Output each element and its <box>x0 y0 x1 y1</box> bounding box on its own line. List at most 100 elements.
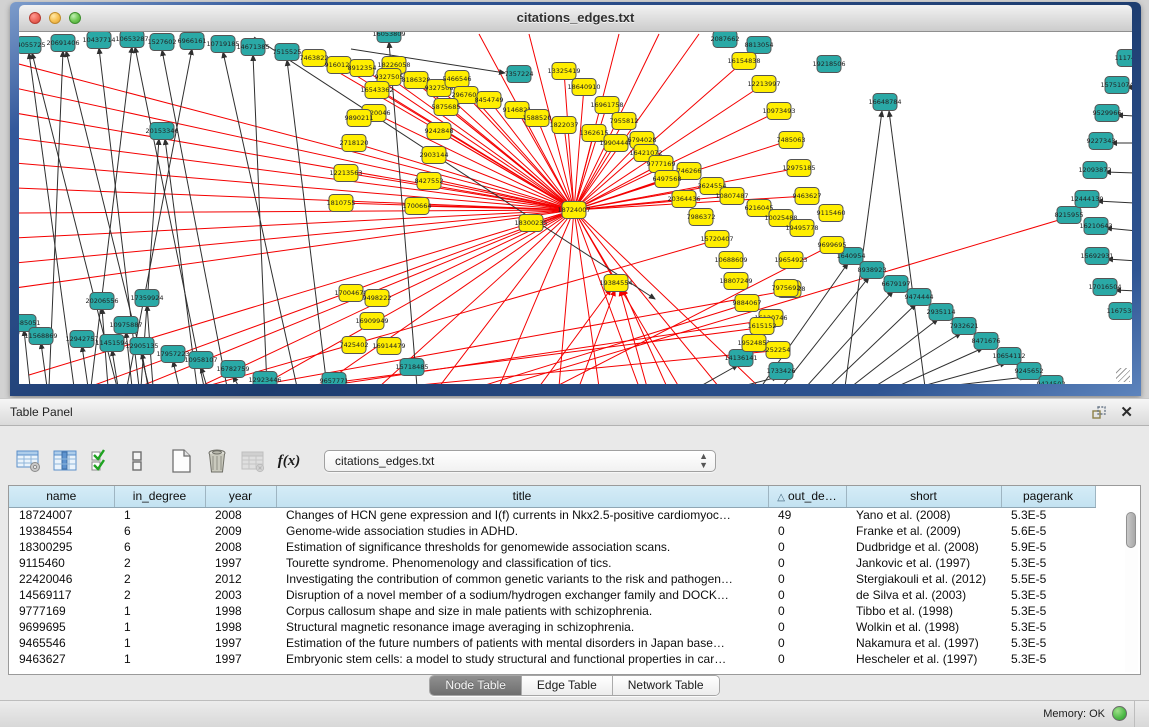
graph-node[interactable]: 9463627 <box>793 188 822 205</box>
graph-node[interactable]: 9884067 <box>733 295 762 312</box>
graph-node[interactable]: 10719185 <box>206 36 239 53</box>
graph-node[interactable]: 16961758 <box>590 97 623 114</box>
graph-node[interactable]: 1167534 <box>1107 303 1132 320</box>
graph-node[interactable]: 1822037 <box>550 117 579 134</box>
table-cell[interactable]: Stergiakouli et al. (2012) <box>846 571 1001 587</box>
table-cell[interactable]: 1997 <box>205 651 276 667</box>
graph-node[interactable]: 19495778 <box>785 220 818 237</box>
graph-node[interactable]: 18724007 <box>557 202 590 219</box>
graph-node[interactable]: 1700664 <box>403 198 432 215</box>
table-cell[interactable]: de Silva et al. (2003) <box>846 587 1001 603</box>
table-cell[interactable]: 22420046 <box>9 571 114 587</box>
table-cell[interactable]: Changes of HCN gene expression and I(f) … <box>276 507 768 523</box>
graph-node[interactable]: 20691406 <box>46 35 79 52</box>
graph-node[interactable]: 9474444 <box>905 289 934 306</box>
graph-node[interactable]: 7975692 <box>772 280 801 297</box>
graph-node[interactable]: 9245652 <box>1015 363 1044 380</box>
graph-node[interactable]: 15751074 <box>1100 77 1132 94</box>
function-builder-icon[interactable]: f(x) <box>274 446 304 476</box>
graph-node[interactable]: 20153346 <box>145 123 178 140</box>
memory-status-icon[interactable] <box>1112 706 1127 721</box>
table-cell[interactable]: Hescheler et al. (1997) <box>846 651 1001 667</box>
table-cell[interactable]: 2008 <box>205 539 276 555</box>
table-cell[interactable]: 0 <box>768 651 846 667</box>
table-cell[interactable]: 0 <box>768 555 846 571</box>
column-header-pagerank[interactable]: pagerank <box>1001 486 1095 507</box>
graph-node[interactable]: 12213997 <box>747 76 780 93</box>
table-selector-dropdown[interactable]: citations_edges.txt ▲▼ <box>324 450 716 472</box>
table-split-icon[interactable] <box>122 446 152 476</box>
graph-node[interactable]: 16210643 <box>1079 218 1112 235</box>
table-cell[interactable]: 1997 <box>205 555 276 571</box>
column-header-out_de[interactable]: △out_de… <box>768 486 846 507</box>
graph-node[interactable]: 16543362 <box>360 82 393 99</box>
table-cell[interactable]: 5.3E-5 <box>1001 651 1095 667</box>
table-cell[interactable]: 1 <box>114 619 205 635</box>
graph-node[interactable]: 12923446 <box>248 372 281 385</box>
graph-node[interactable]: 12975185 <box>782 160 815 177</box>
graph-node[interactable]: 15720407 <box>700 231 733 248</box>
graph-node[interactable]: 10807487 <box>715 188 748 205</box>
graph-node[interactable]: 7357224 <box>505 66 534 83</box>
graph-edge[interactable] <box>479 305 743 384</box>
table-cell[interactable]: 5.9E-5 <box>1001 539 1095 555</box>
close-panel-icon[interactable]: ✕ <box>1120 403 1133 421</box>
graph-edge[interactable] <box>41 343 47 384</box>
table-cell[interactable]: 2008 <box>205 507 276 523</box>
table-cell[interactable]: 1 <box>114 635 205 651</box>
table-cell[interactable]: 5.5E-5 <box>1001 571 1095 587</box>
graph-node[interactable]: 8427552 <box>415 173 444 190</box>
table-cell[interactable]: 0 <box>768 587 846 603</box>
table-cell[interactable]: 2009 <box>205 523 276 539</box>
graph-node[interactable]: 18300235 <box>514 215 547 232</box>
graph-node[interactable]: 8912354 <box>348 60 377 77</box>
graph-node[interactable]: 2903144 <box>420 147 449 164</box>
graph-node[interactable]: 10653287 <box>115 32 148 48</box>
graph-edge[interactable] <box>620 290 647 384</box>
table-cell[interactable]: 6 <box>114 539 205 555</box>
table-cell[interactable]: 9463627 <box>9 651 114 667</box>
graph-node[interactable]: 10654112 <box>992 348 1025 365</box>
table-row[interactable]: 1830029562008Estimation of significance … <box>9 539 1095 555</box>
graph-node[interactable]: 18807249 <box>719 273 752 290</box>
graph-node[interactable]: 16648784 <box>868 94 901 111</box>
table-cell[interactable]: 5.6E-5 <box>1001 523 1095 539</box>
column-header-name[interactable]: name <box>9 486 114 507</box>
graph-edge[interactable] <box>127 49 192 384</box>
graph-node[interactable]: 9115460 <box>817 205 846 222</box>
graph-node[interactable]: 13325419 <box>547 63 580 80</box>
graph-node[interactable]: 9529966 <box>1093 105 1122 122</box>
graph-node[interactable]: 14671385 <box>236 39 269 56</box>
graph-node[interactable]: 5466546 <box>443 71 472 88</box>
graph-node[interactable]: 17016504 <box>1088 279 1121 296</box>
graph-node[interactable]: 16053809 <box>372 32 405 43</box>
network-canvas[interactable]: 1405572520691406104377141065328715276026… <box>19 32 1132 384</box>
float-panel-icon[interactable] <box>1091 405 1107 421</box>
table-cell[interactable]: Tourette syndrome. Phenomenology and cla… <box>276 555 768 571</box>
table-cell[interactable]: 5.3E-5 <box>1001 507 1095 523</box>
column-visibility-icon[interactable] <box>50 446 80 476</box>
table-cell[interactable]: 0 <box>768 619 846 635</box>
graph-edge[interactable] <box>253 55 267 384</box>
graph-edge[interactable] <box>399 351 772 384</box>
graph-node[interactable]: 16154838 <box>727 53 760 70</box>
table-cell[interactable]: 9115460 <box>9 555 114 571</box>
row-selection-icon[interactable] <box>86 446 116 476</box>
graph-node[interactable]: 10688609 <box>714 252 747 269</box>
graph-node[interactable]: 12905135 <box>125 338 158 355</box>
table-cell[interactable]: Wolkin et al. (1998) <box>846 619 1001 635</box>
graph-node[interactable]: 16782759 <box>216 361 249 378</box>
table-cell[interactable]: Jankovic et al. (1997) <box>846 555 1001 571</box>
graph-edge[interactable] <box>142 353 148 384</box>
table-row[interactable]: 1938455462009Genome-wide association stu… <box>9 523 1095 539</box>
table-cell[interactable]: 0 <box>768 635 846 651</box>
tab-node-table[interactable]: Node Table <box>430 676 522 695</box>
graph-node[interactable]: 14055725 <box>19 37 46 54</box>
graph-node[interactable]: 11451594 <box>95 335 128 352</box>
graph-node[interactable]: 8813054 <box>745 37 774 54</box>
table-cell[interactable]: Investigating the contribution of common… <box>276 571 768 587</box>
canvas-resize-grip[interactable] <box>1116 368 1130 382</box>
table-cell[interactable]: Structural magnetic resonance image aver… <box>276 619 768 635</box>
graph-node[interactable]: 15692931 <box>1080 248 1113 265</box>
graph-node[interactable]: 14136141 <box>724 350 757 367</box>
